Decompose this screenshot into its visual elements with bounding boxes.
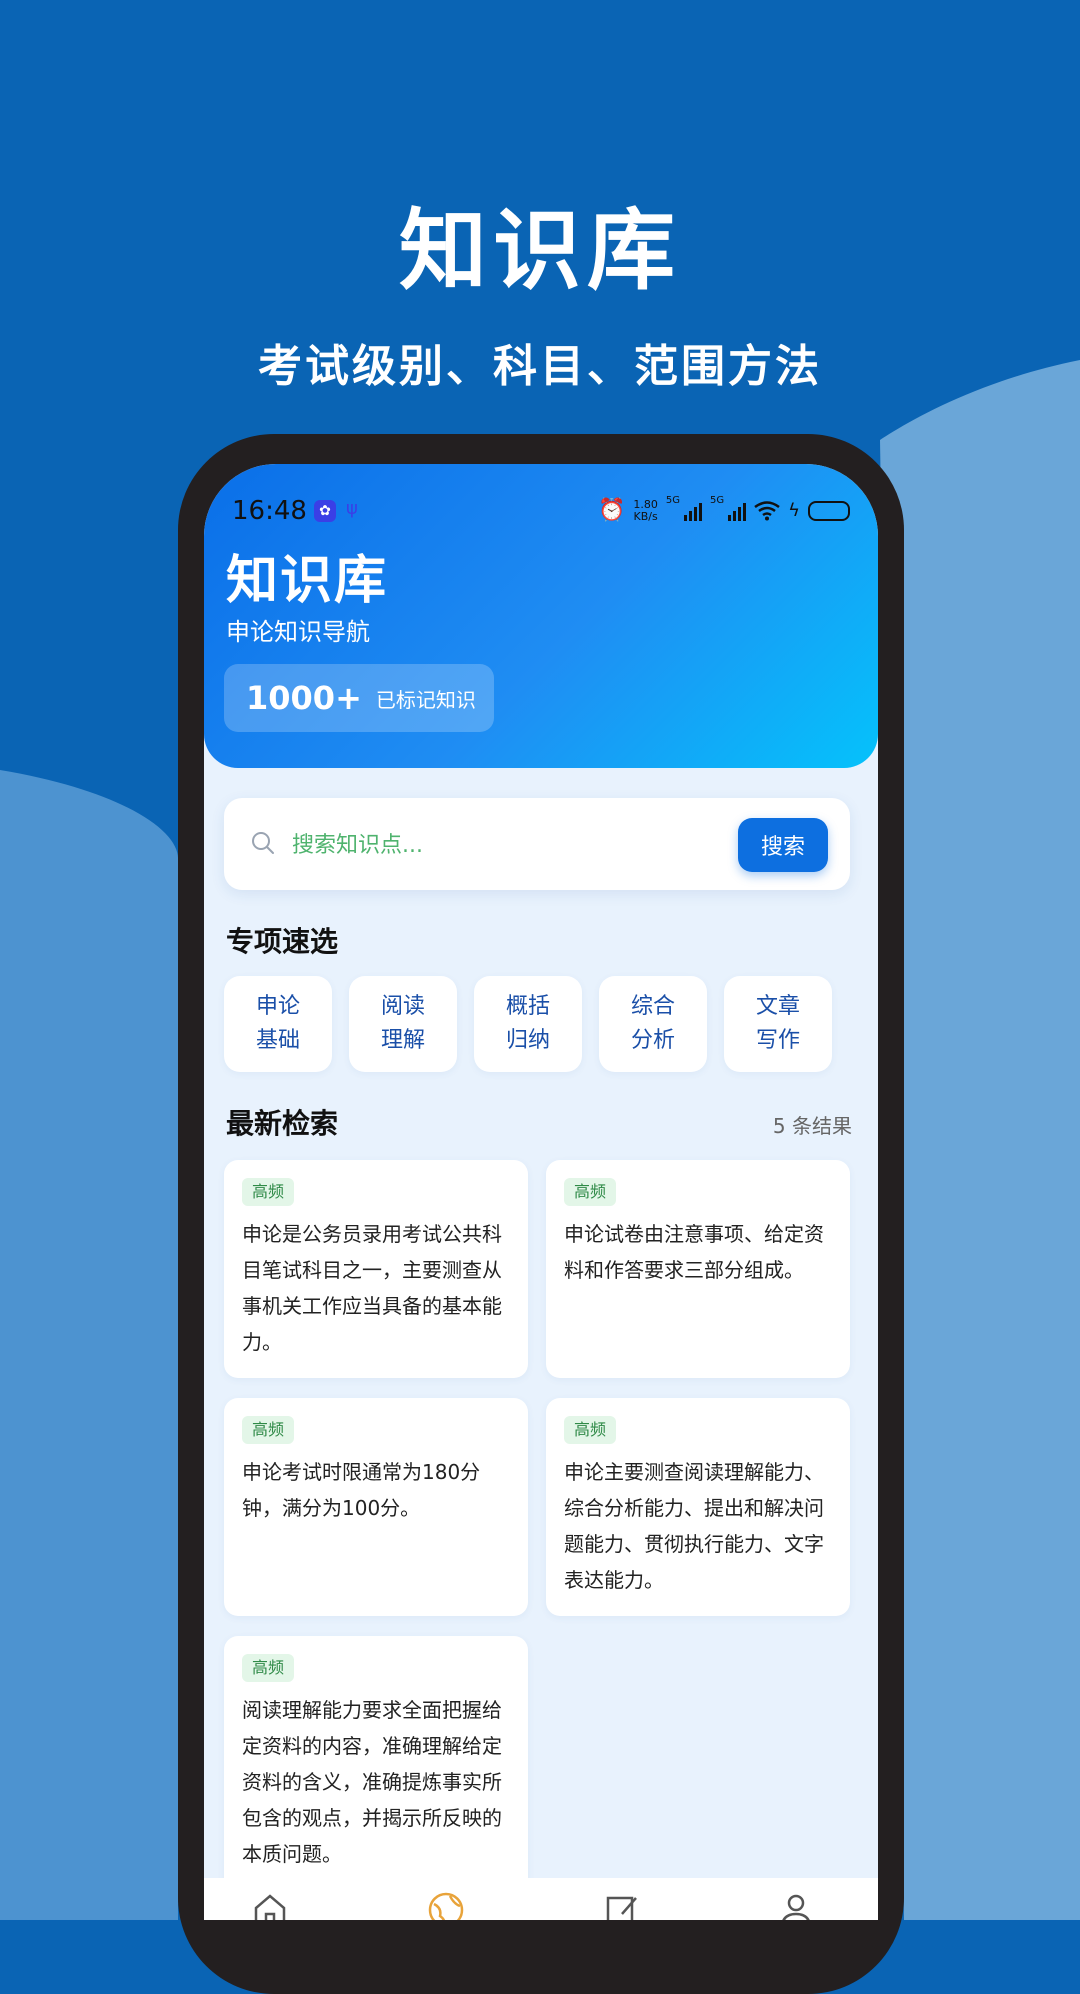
header-banner: 16:48 ✿ ψ ⏰ 1.80 KB/s 5G 5G ϟ 知识库 申论知识导航…: [204, 464, 878, 768]
charging-icon: ϟ: [788, 500, 800, 521]
phone-screen: 16:48 ✿ ψ ⏰ 1.80 KB/s 5G 5G ϟ 知识库 申论知识导航…: [204, 464, 878, 1920]
status-bar: 16:48 ✿ ψ ⏰ 1.80 KB/s 5G 5G ϟ: [232, 494, 850, 530]
status-time: 16:48: [232, 496, 307, 526]
search-box: 搜索: [224, 798, 850, 890]
quick-item-shenlun-basics[interactable]: 申论 基础: [224, 976, 332, 1072]
quick-select-row: 申论 基础 阅读 理解 概括 归纳 综合 分析 文章 写作: [224, 976, 832, 1072]
net-speed: 1.80 KB/s: [633, 497, 658, 523]
search-input[interactable]: [290, 820, 694, 870]
quick-item-analysis[interactable]: 综合 分析: [599, 976, 707, 1072]
quick-item-summary[interactable]: 概括 归纳: [474, 976, 582, 1072]
search-button[interactable]: 搜索: [738, 818, 828, 872]
status-icons: ⏰ 1.80 KB/s 5G 5G ϟ: [597, 495, 850, 523]
quick-item-reading[interactable]: 阅读 理解: [349, 976, 457, 1072]
bottom-tab-bar: [204, 1878, 878, 1920]
card-text: 阅读理解能力要求全面把握给定资料的内容，准确理解给定资料的含义，准确提炼事实所包…: [242, 1698, 502, 1866]
knowledge-card[interactable]: 高频 申论是公务员录用考试公共科目笔试科目之一，主要测查从事机关工作应当具备的基…: [224, 1160, 528, 1378]
globe-icon[interactable]: [426, 1890, 466, 1920]
battery-icon: [808, 500, 850, 521]
search-icon: [252, 832, 274, 854]
user-icon[interactable]: [776, 1890, 816, 1920]
card-text: 申论试卷由注意事项、给定资料和作答要求三部分组成。: [564, 1222, 824, 1282]
page-title: 知识库: [226, 551, 389, 611]
signal-icon: [684, 501, 702, 521]
stat-label: 已标记知识: [375, 687, 476, 712]
home-icon[interactable]: [250, 1890, 290, 1920]
quick-item-essay[interactable]: 文章 写作: [724, 976, 832, 1072]
edit-icon[interactable]: [602, 1890, 642, 1920]
app-notification-icon: ✿: [314, 500, 336, 522]
card-text: 申论主要测查阅读理解能力、综合分析能力、提出和解决问题能力、贯彻执行能力、文字表…: [564, 1460, 824, 1592]
card-text: 申论考试时限通常为180分钟，满分为100分。: [242, 1460, 481, 1520]
frequency-badge: 高频: [564, 1416, 617, 1444]
frequency-badge: 高频: [242, 1178, 295, 1206]
page-subtitle: 申论知识导航: [226, 618, 370, 646]
sim2-label: 5G: [710, 495, 725, 506]
usb-icon: ψ: [346, 498, 358, 519]
stat-number: 1000+: [246, 679, 362, 717]
sim1-label: 5G: [665, 495, 680, 506]
wifi-icon: [754, 500, 780, 520]
knowledge-card[interactable]: 高频 阅读理解能力要求全面把握给定资料的内容，准确理解给定资料的含义，准确提炼事…: [224, 1636, 528, 1896]
alarm-icon: ⏰: [597, 498, 626, 523]
knowledge-card[interactable]: 高频 申论试卷由注意事项、给定资料和作答要求三部分组成。: [546, 1160, 850, 1378]
knowledge-card[interactable]: 高频 申论主要测查阅读理解能力、综合分析能力、提出和解决问题能力、贯彻执行能力、…: [546, 1398, 850, 1616]
stat-chip: 1000+ 已标记知识: [224, 664, 494, 732]
card-text: 申论是公务员录用考试公共科目笔试科目之一，主要测查从事机关工作应当具备的基本能力…: [242, 1222, 502, 1354]
quick-select-title: 专项速选: [226, 925, 339, 958]
latest-title: 最新检索: [226, 1107, 339, 1140]
knowledge-card[interactable]: 高频 申论考试时限通常为180分钟，满分为100分。: [224, 1398, 528, 1616]
frequency-badge: 高频: [242, 1654, 295, 1682]
frequency-badge: 高频: [242, 1416, 295, 1444]
promo-title: 知识库: [398, 199, 681, 302]
frequency-badge: 高频: [564, 1178, 617, 1206]
promo-subtitle: 考试级别、科目、范围方法: [258, 341, 822, 392]
result-count: 5 条结果: [772, 1114, 852, 1138]
signal-icon: [728, 501, 747, 521]
